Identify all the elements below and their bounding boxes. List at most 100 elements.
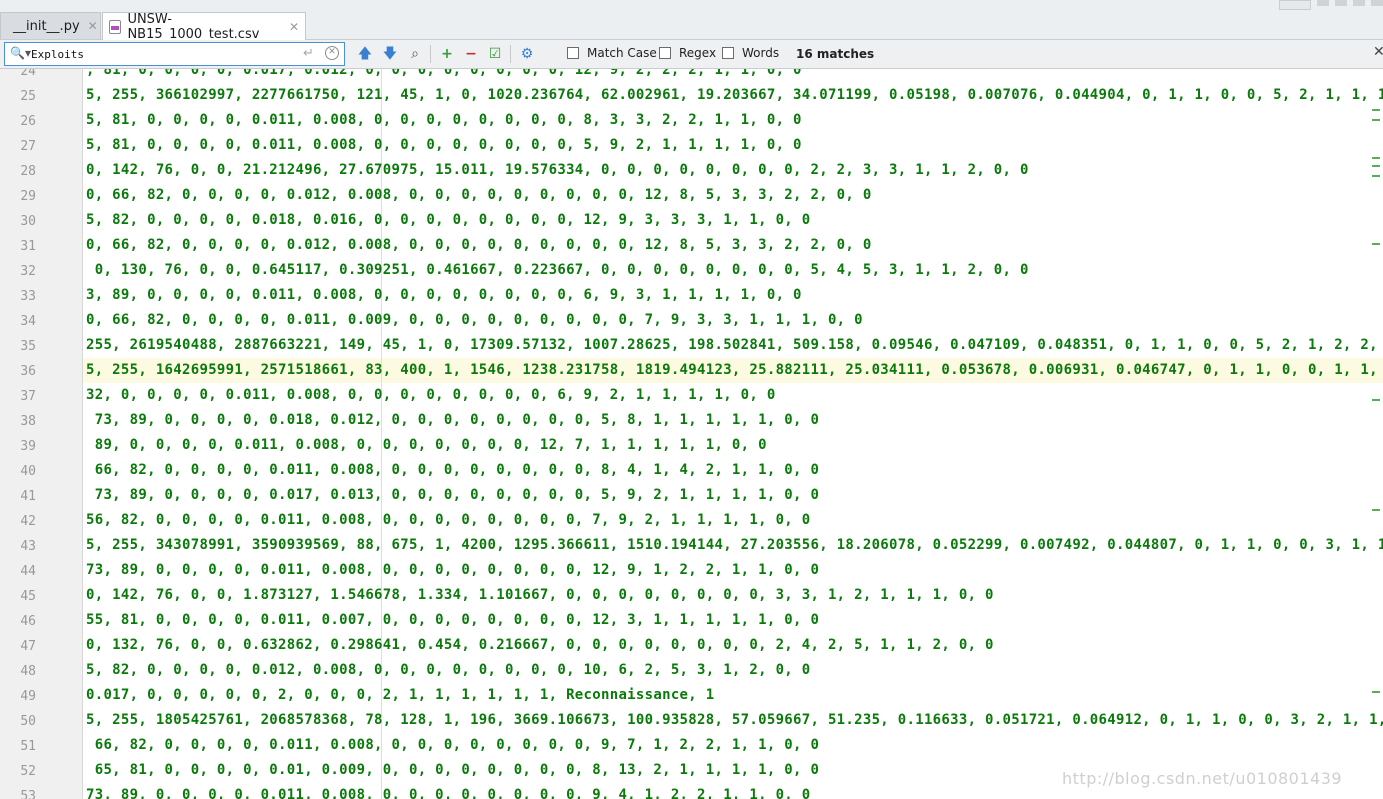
code-editor[interactable]: 24 , 81, 0, 0, 0, 0, 0.017, 0.012, 0, 0, … [0,69,1383,799]
code-line[interactable]: 45 0, 142, 76, 0, 0, 1.873127, 1.546678, … [0,584,1383,609]
code-line[interactable]: 51 66, 82, 0, 0, 0, 0, 0.011, 0.008, 0, … [0,734,1383,759]
code-text: , 81, 0, 0, 0, 0, 0.017, 0.012, 0, 0, 0,… [86,69,802,78]
regex-label[interactable]: Regex [679,46,716,60]
tab-label: __init__.py [13,18,80,34]
code-line[interactable]: 50 5, 255, 1805425761, 2068578368, 78, 12… [0,709,1383,734]
enter-icon: ↵ [303,46,314,61]
run-config-selector[interactable] [1279,0,1311,10]
code-segment: 73, 89, 0, 0, 0, 0, 0.011, 0.008, 0, 0, … [86,787,811,799]
code-segment: 0, 66, 82, 0, 0, 0, 0, 0.011, 0.009, 0, … [86,312,863,328]
separator [430,45,431,63]
code-line[interactable]: 46 55, 81, 0, 0, 0, 0, 0.011, 0.007, 0, 0… [0,609,1383,634]
code-segment: 32, 0, 0, 0, 0, 0.011, 0.008, 0, 0, 0, 0… [86,387,776,403]
previous-occurrence-icon[interactable]: 🡅 [356,45,374,63]
code-line[interactable]: 30 5, 82, 0, 0, 0, 0, 0.018, 0.016, 0, 0,… [0,209,1383,234]
select-all-occurrences-icon[interactable]: ☑ [486,45,504,63]
code-segment: 3, 89, 0, 0, 0, 0, 0.011, 0.008, 0, 0, 0… [86,287,802,303]
tab-unsw-csv[interactable]: UNSW-NB15_1000_test.csv ✕ [102,12,306,42]
code-line[interactable]: 31 0, 66, 82, 0, 0, 0, 0, 0.012, 0.008, 0… [0,234,1383,259]
line-number: 30 [20,214,36,229]
code-segment: 0, 142, 76, 0, 0, 21.212496, 27.670975, … [86,162,1029,178]
code-line[interactable]: 49 0.017, 0, 0, 0, 0, 0, 2, 0, 0, 0, 2, 1… [0,684,1383,709]
code-line[interactable]: 32 0, 130, 76, 0, 0, 0.645117, 0.309251,… [0,259,1383,284]
close-icon[interactable]: ✕ [289,20,299,34]
code-line[interactable]: 40 66, 82, 0, 0, 0, 0, 0.011, 0.008, 0, … [0,459,1383,484]
code-text: 0, 66, 82, 0, 0, 0, 0, 0.012, 0.008, 0, … [86,187,872,203]
line-number: 53 [20,789,36,799]
scroll-marker [1372,157,1380,159]
line-number: 44 [20,564,36,579]
code-line[interactable]: 27 5, 81, 0, 0, 0, 0, 0.011, 0.008, 0, 0,… [0,134,1383,159]
line-number: 31 [20,239,36,254]
code-line[interactable]: 47 0, 132, 76, 0, 0, 0.632862, 0.298641, … [0,634,1383,659]
code-line[interactable]: 36 5, 255, 1642695991, 2571518661, 83, 40… [0,359,1383,384]
code-line[interactable]: 26 5, 81, 0, 0, 0, 0, 0.011, 0.008, 0, 0,… [0,109,1383,134]
code-line[interactable]: 28 0, 142, 76, 0, 0, 21.212496, 27.670975… [0,159,1383,184]
code-line[interactable]: 44 73, 89, 0, 0, 0, 0, 0.011, 0.008, 0, 0… [0,559,1383,584]
line-number: 27 [20,139,36,154]
code-line[interactable]: 34 0, 66, 82, 0, 0, 0, 0, 0.011, 0.009, 0… [0,309,1383,334]
code-line[interactable]: 25 5, 255, 366102997, 2277661750, 121, 45… [0,84,1383,109]
match-case-checkbox[interactable] [567,47,579,59]
remove-selection-icon[interactable]: − [462,45,480,63]
line-number: 29 [20,189,36,204]
code-line[interactable]: 43 5, 255, 343078991, 3590939569, 88, 675… [0,534,1383,559]
code-line[interactable]: 38 73, 89, 0, 0, 0, 0, 0.018, 0.012, 0, … [0,409,1383,434]
add-selection-icon[interactable]: + [438,45,456,63]
code-line[interactable]: 33 3, 89, 0, 0, 0, 0, 0.011, 0.008, 0, 0,… [0,284,1383,309]
code-line[interactable]: 41 73, 89, 0, 0, 0, 0, 0.017, 0.013, 0, … [0,484,1383,509]
search-input[interactable] [31,45,281,63]
debug-icon[interactable] [1335,0,1347,6]
find-all-icon[interactable]: ⌕ [406,45,424,63]
code-text: 73, 89, 0, 0, 0, 0, 0.011, 0.008, 0, 0, … [86,562,819,578]
code-line[interactable]: 35 255, 2619540488, 2887663221, 149, 45, … [0,334,1383,359]
line-number: 48 [20,664,36,679]
code-text: 73, 89, 0, 0, 0, 0, 0.011, 0.008, 0, 0, … [86,787,810,799]
words-checkbox[interactable] [722,47,734,59]
code-line[interactable]: 39 89, 0, 0, 0, 0, 0.011, 0.008, 0, 0, 0… [0,434,1383,459]
close-icon[interactable]: ✕ [88,19,98,33]
search-icon[interactable]: 🔍▾ [10,46,31,60]
line-number: 49 [20,689,36,704]
code-line[interactable]: 48 5, 82, 0, 0, 0, 0, 0.012, 0.008, 0, 0,… [0,659,1383,684]
regex-checkbox[interactable] [659,47,671,59]
code-line[interactable]: 29 0, 66, 82, 0, 0, 0, 0, 0.012, 0.008, 0… [0,184,1383,209]
code-text: 0.017, 0, 0, 0, 0, 0, 2, 0, 0, 0, 2, 1, … [86,687,714,703]
line-number: 46 [20,614,36,629]
code-text: 89, 0, 0, 0, 0, 0.011, 0.008, 0, 0, 0, 0… [86,437,767,453]
code-line[interactable]: 24 , 81, 0, 0, 0, 0, 0.017, 0.012, 0, 0, … [0,69,1383,84]
code-segment: 255, 2619540488, 2887663221, 149, 45, 1,… [86,337,1383,353]
code-segment: 5, 82, 0, 0, 0, 0, 0.018, 0.016, 0, 0, 0… [86,212,811,228]
match-case-label[interactable]: Match Case [587,46,657,60]
code-line[interactable]: 42 56, 82, 0, 0, 0, 0, 0.011, 0.008, 0, 0… [0,509,1383,534]
scroll-marker [1372,243,1380,245]
stop-icon[interactable] [1353,0,1365,6]
editor-tab-bar: __init__.py ✕ UNSW-NB15_1000_test.csv ✕ [0,0,1383,42]
line-number: 50 [20,714,36,729]
code-segment: , 81, 0, 0, 0, 0, 0.017, 0.012, 0, 0, 0,… [86,69,802,78]
code-text: 56, 82, 0, 0, 0, 0, 0.011, 0.008, 0, 0, … [86,512,810,528]
code-segment: 5, 82, 0, 0, 0, 0, 0.012, 0.008, 0, 0, 0… [86,662,811,678]
line-number: 25 [20,89,36,104]
run-icon[interactable] [1317,0,1329,6]
code-text: 5, 255, 1642695991, 2571518661, 83, 400,… [86,362,1383,378]
code-line[interactable]: 37 32, 0, 0, 0, 0, 0.011, 0.008, 0, 0, 0,… [0,384,1383,409]
csv-file-icon [109,19,122,34]
words-label[interactable]: Words [742,46,779,60]
search-field: 🔍▾ ↵ ✕ [4,42,345,66]
gear-icon[interactable]: ⚙ [518,45,536,63]
code-segment: 73, 89, 0, 0, 0, 0, 0.011, 0.008, 0, 0, … [86,562,820,578]
code-text: 255, 2619540488, 2887663221, 149, 45, 1,… [86,337,1383,353]
line-number: 32 [20,264,36,279]
code-segment: 73, 89, 0, 0, 0, 0, 0.018, 0.012, 0, 0, … [86,412,820,428]
clear-search-icon[interactable]: ✕ [325,46,339,60]
menu-icon[interactable] [1371,0,1383,6]
close-search-icon[interactable]: ✕ [1373,44,1383,60]
code-segment: 5, 255, 1805425761, 2068578368, 78, 128,… [86,712,1383,728]
tab-init-py[interactable]: __init__.py ✕ [0,12,101,39]
code-segment: 5, 255, 343078991, 3590939569, 88, 675, … [86,537,1383,553]
next-occurrence-icon[interactable]: 🡇 [381,45,399,63]
scroll-marker [1372,399,1380,401]
code-segment: 66, 82, 0, 0, 0, 0, 0.011, 0.008, 0, 0, … [86,462,820,478]
line-number: 35 [20,339,36,354]
